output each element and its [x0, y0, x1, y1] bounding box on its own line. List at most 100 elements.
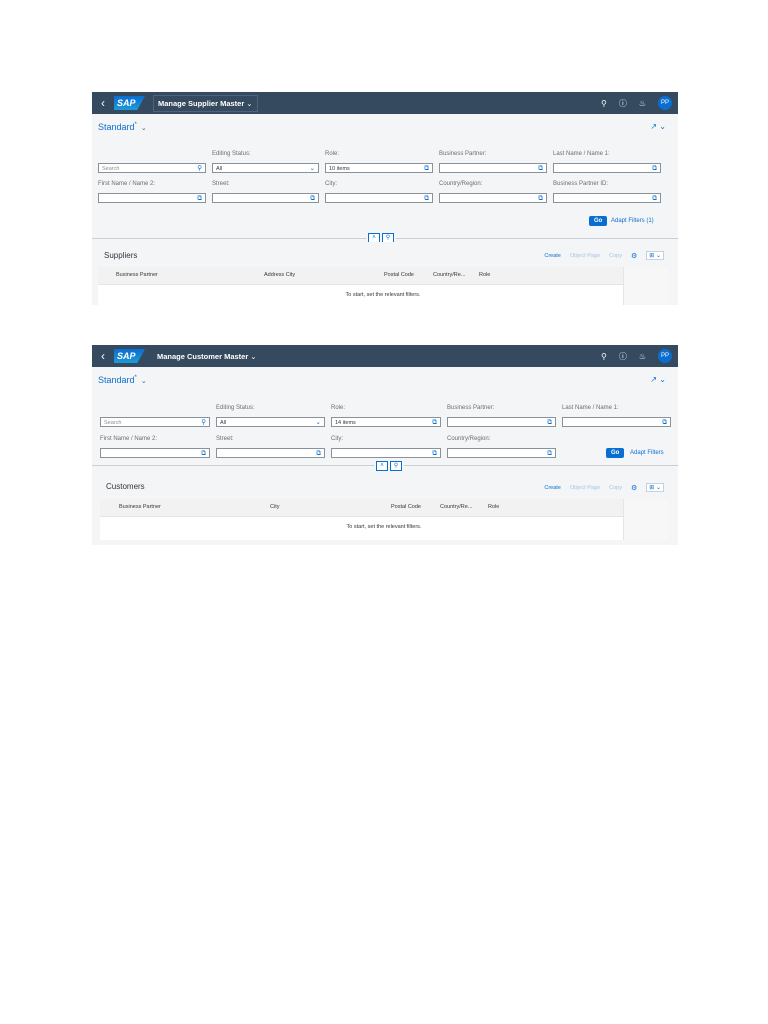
city-label: City: — [331, 436, 343, 442]
column-header[interactable]: Country/Re... — [433, 272, 465, 278]
editing-status-value: All — [216, 166, 223, 172]
pin-icon[interactable]: ⚲ — [390, 461, 402, 471]
street-label: Street: — [216, 436, 234, 442]
business-partner-input[interactable]: ⧉ — [439, 163, 547, 173]
avatar[interactable]: PP — [658, 349, 672, 363]
avatar[interactable]: PP — [658, 96, 672, 110]
role-value: 10 items — [329, 166, 350, 172]
sap-logo[interactable]: SAP — [114, 349, 145, 363]
editing-status-select[interactable]: All ⌄ — [216, 417, 325, 427]
table-gutter — [623, 499, 668, 540]
role-input[interactable]: 14 items ⧉ — [331, 417, 441, 427]
chevron-down-icon: ⌄ — [140, 378, 147, 385]
variant-selector[interactable]: Standard* ⌄ — [98, 375, 147, 385]
chevron-down-icon: ⌄ — [246, 98, 253, 108]
value-help-icon[interactable]: ⧉ — [201, 449, 206, 459]
column-header[interactable]: Country/Re... — [440, 504, 472, 510]
object-page-button[interactable]: Object Page — [570, 253, 600, 259]
help-icon[interactable]: ⓘ — [619, 351, 627, 362]
value-help-icon[interactable]: ⧉ — [662, 418, 667, 428]
column-header[interactable]: Business Partner — [119, 504, 161, 510]
gear-icon[interactable]: ⚙ — [631, 252, 637, 260]
app-title-menu[interactable]: Manage Customer Master ⌄ — [153, 349, 261, 364]
editing-status-label: Editing Status: — [216, 405, 255, 411]
chevron-down-icon[interactable]: ⌄ — [310, 164, 315, 174]
collapse-header-icon[interactable]: ˄ — [376, 461, 388, 471]
editing-status-select[interactable]: All ⌄ — [212, 163, 319, 173]
app-title: Manage Customer Master — [157, 351, 249, 361]
city-input[interactable]: ⧉ — [325, 193, 433, 203]
notification-icon[interactable]: ♨ — [639, 99, 646, 108]
search-field[interactable]: Search ⚲ — [100, 417, 210, 427]
first-name-input[interactable]: ⧉ — [98, 193, 206, 203]
variant-selector[interactable]: Standard* ⌄ — [98, 122, 147, 132]
adapt-filters-button[interactable]: Adapt Filters — [630, 450, 664, 456]
customer-app-window: ‹ SAP Manage Customer Master ⌄ ⚲ ⓘ ♨ PP S… — [92, 345, 678, 545]
value-help-icon[interactable]: ⧉ — [424, 164, 429, 174]
business-partner-input[interactable]: ⧉ — [447, 417, 556, 427]
copy-button[interactable]: Copy — [609, 253, 622, 259]
back-icon[interactable]: ‹ — [92, 96, 114, 110]
value-help-icon[interactable]: ⧉ — [538, 194, 543, 204]
copy-button[interactable]: Copy — [609, 485, 622, 491]
editing-status-label: Editing Status: — [212, 151, 251, 157]
editing-status-value: All — [220, 420, 227, 426]
empty-table-message: To start, set the relevant filters. — [346, 524, 422, 530]
first-name-input[interactable]: ⧉ — [100, 448, 210, 458]
value-help-icon[interactable]: ⧉ — [197, 194, 202, 204]
search-icon[interactable]: ⚲ — [601, 352, 607, 361]
export-button[interactable]: ⊞ ⌄ — [646, 483, 664, 492]
country-region-input[interactable]: ⧉ — [447, 448, 556, 458]
app-title-menu[interactable]: Manage Supplier Master ⌄ — [153, 94, 258, 112]
chevron-down-icon: ⌄ — [250, 351, 257, 361]
search-icon[interactable]: ⚲ — [601, 99, 607, 108]
column-header[interactable]: Address City — [264, 272, 295, 278]
role-input[interactable]: 10 items ⧉ — [325, 163, 433, 173]
last-name-label: Last Name / Name 1: — [553, 151, 610, 157]
value-help-icon[interactable]: ⧉ — [652, 194, 657, 204]
value-help-icon[interactable]: ⧉ — [310, 194, 315, 204]
go-button[interactable]: Go — [606, 448, 625, 458]
adapt-filters-button[interactable]: Adapt Filters (1) — [611, 218, 654, 224]
search-icon[interactable]: ⚲ — [197, 164, 202, 174]
country-region-input[interactable]: ⧉ — [439, 193, 547, 203]
column-header[interactable]: Business Partner — [116, 272, 158, 278]
column-header[interactable]: City — [270, 504, 279, 510]
last-name-input[interactable]: ⧉ — [562, 417, 671, 427]
last-name-input[interactable]: ⧉ — [553, 163, 661, 173]
value-help-icon[interactable]: ⧉ — [538, 164, 543, 174]
create-button[interactable]: Create — [544, 485, 561, 491]
column-header[interactable]: Postal Code — [384, 272, 414, 278]
gear-icon[interactable]: ⚙ — [631, 484, 637, 492]
back-icon[interactable]: ‹ — [92, 349, 114, 363]
share-icon[interactable]: ↗ ⌄ — [650, 122, 666, 131]
search-icon[interactable]: ⚲ — [201, 418, 206, 428]
value-help-icon[interactable]: ⧉ — [424, 194, 429, 204]
object-page-button[interactable]: Object Page — [570, 485, 600, 491]
export-button[interactable]: ⊞ ⌄ — [646, 251, 664, 260]
column-header[interactable]: Role — [479, 272, 490, 278]
go-button[interactable]: Go — [589, 216, 608, 226]
create-button[interactable]: Create — [544, 253, 561, 259]
variant-name: Standard — [98, 375, 135, 385]
sap-logo[interactable]: SAP — [114, 96, 145, 110]
street-input[interactable]: ⧉ — [216, 448, 325, 458]
table-header: Business Partner Address City Postal Cod… — [98, 267, 668, 285]
help-icon[interactable]: ⓘ — [619, 98, 627, 109]
street-input[interactable]: ⧉ — [212, 193, 319, 203]
business-partner-id-input[interactable]: ⧉ — [553, 193, 661, 203]
value-help-icon[interactable]: ⧉ — [547, 449, 552, 459]
value-help-icon[interactable]: ⧉ — [432, 418, 437, 428]
value-help-icon[interactable]: ⧉ — [652, 164, 657, 174]
column-header[interactable]: Role — [488, 504, 499, 510]
chevron-down-icon[interactable]: ⌄ — [316, 418, 321, 428]
value-help-icon[interactable]: ⧉ — [547, 418, 552, 428]
share-icon[interactable]: ↗ ⌄ — [650, 375, 666, 384]
notification-icon[interactable]: ♨ — [639, 352, 646, 361]
value-help-icon[interactable]: ⧉ — [316, 449, 321, 459]
search-field[interactable]: Search ⚲ — [98, 163, 206, 173]
city-input[interactable]: ⧉ — [331, 448, 441, 458]
column-header[interactable]: Postal Code — [391, 504, 421, 510]
value-help-icon[interactable]: ⧉ — [432, 449, 437, 459]
role-label: Role: — [331, 405, 346, 411]
